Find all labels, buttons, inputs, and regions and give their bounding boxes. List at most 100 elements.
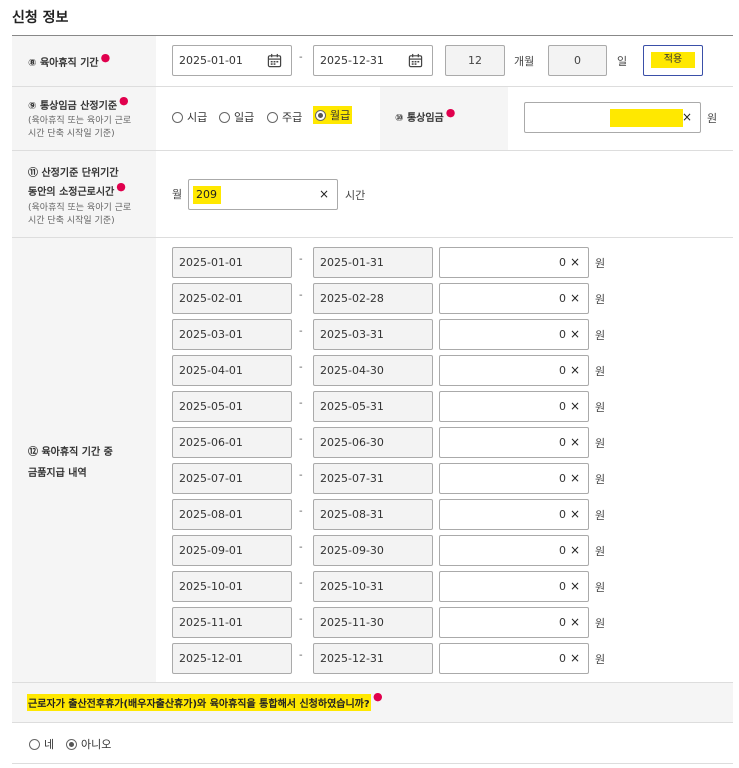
radio-circle-selected[interactable]	[315, 109, 326, 121]
payment-end-date: 2025-08-31	[313, 499, 433, 530]
days-value: 0	[574, 54, 581, 67]
payment-amount-input[interactable]: 0 ×	[439, 607, 589, 638]
payment-amount-value: 0	[559, 328, 566, 341]
work-hours-value: 209	[193, 186, 221, 204]
payment-amount-value: 0	[559, 544, 566, 557]
radio-circle-selected[interactable]	[66, 738, 77, 750]
date-range-separator: -	[299, 362, 303, 373]
row-divider	[12, 86, 733, 87]
payment-amount-input[interactable]: 0 ×	[439, 571, 589, 602]
clear-icon[interactable]: ×	[570, 543, 580, 557]
date-range-separator: -	[299, 542, 303, 553]
row-divider	[12, 150, 733, 151]
payment-amount-value: 0	[559, 292, 566, 305]
radio-circle[interactable]	[219, 111, 230, 123]
payment-end-date-value: 2025-03-31	[320, 328, 384, 341]
required-dot: ●	[119, 94, 129, 107]
payment-start-date-value: 2025-02-01	[179, 292, 243, 305]
payment-start-date-value: 2025-04-01	[179, 364, 243, 377]
row-divider	[12, 722, 733, 723]
clear-icon[interactable]: ×	[682, 110, 692, 124]
payment-amount-input[interactable]: 0 ×	[439, 643, 589, 674]
calendar-icon[interactable]	[408, 53, 423, 68]
months-unit: 개월	[514, 55, 535, 68]
payment-start-date-value: 2025-01-01	[179, 256, 243, 269]
payment-amount-input[interactable]: 0 ×	[439, 247, 589, 278]
payment-amount-input[interactable]: 0 ×	[439, 319, 589, 350]
clear-icon[interactable]: ×	[570, 435, 580, 449]
clear-icon[interactable]: ×	[570, 471, 580, 485]
payment-start-date: 2025-05-01	[172, 391, 292, 422]
date-range-separator: -	[299, 52, 303, 63]
radio-monthly[interactable]: 월급	[313, 106, 353, 124]
payment-start-date-value: 2025-09-01	[179, 544, 243, 557]
payment-start-date: 2025-07-01	[172, 463, 292, 494]
radio-yes[interactable]: 네	[29, 736, 54, 752]
clear-icon[interactable]: ×	[570, 615, 580, 629]
row-divider	[12, 237, 733, 238]
radio-circle[interactable]	[172, 111, 183, 123]
ordinary-wage-input[interactable]: ×	[524, 102, 701, 133]
wage-basis-note-2: 시간 단축 시작일 기준)	[28, 129, 115, 139]
payment-end-date: 2025-03-31	[313, 319, 433, 350]
radio-circle[interactable]	[29, 738, 40, 750]
payment-end-date: 2025-07-31	[313, 463, 433, 494]
payment-amount-input[interactable]: 0 ×	[439, 463, 589, 494]
payment-end-date: 2025-01-31	[313, 247, 433, 278]
clear-icon[interactable]: ×	[570, 651, 580, 665]
payment-end-date-value: 2025-07-31	[320, 472, 384, 485]
payment-start-date-value: 2025-07-01	[179, 472, 243, 485]
work-hours-input[interactable]: 209 ×	[188, 179, 338, 210]
payment-start-date: 2025-06-01	[172, 427, 292, 458]
payment-end-date-value: 2025-01-31	[320, 256, 384, 269]
work-hours-unit: 시간	[345, 189, 366, 202]
payment-amount-unit: 원	[595, 365, 606, 378]
ordinary-wage-value	[610, 109, 683, 127]
radio-circle[interactable]	[267, 111, 278, 123]
payment-amount-unit: 원	[595, 437, 606, 450]
payment-amount-input[interactable]: 0 ×	[439, 535, 589, 566]
radio-hourly[interactable]: 시급	[172, 109, 207, 125]
clear-icon[interactable]: ×	[570, 363, 580, 377]
date-range-separator: -	[299, 326, 303, 337]
integration-question: 근로자가 출산전후휴가(배우자출산휴가)와 육아휴직을 통합해서 신청하였습니까…	[27, 694, 371, 711]
radio-weekly[interactable]: 주급	[267, 109, 302, 125]
payment-amount-unit: 원	[595, 617, 606, 630]
leave-start-date-input[interactable]: 2025-01-01	[172, 45, 292, 76]
clear-icon[interactable]: ×	[570, 291, 580, 305]
payment-start-date: 2025-03-01	[172, 319, 292, 350]
work-hours-note-2: 시간 단축 시작일 기준)	[28, 216, 115, 226]
payment-start-date-value: 2025-08-01	[179, 508, 243, 521]
clear-icon[interactable]: ×	[570, 327, 580, 341]
payment-start-date: 2025-02-01	[172, 283, 292, 314]
payment-amount-input[interactable]: 0 ×	[439, 355, 589, 386]
payment-amount-value: 0	[559, 400, 566, 413]
payment-amount-input[interactable]: 0 ×	[439, 283, 589, 314]
clear-icon[interactable]: ×	[319, 187, 329, 201]
leave-end-date-input[interactable]: 2025-12-31	[313, 45, 433, 76]
payment-amount-unit: 원	[595, 329, 606, 342]
required-dot: ●	[373, 690, 383, 703]
payment-amount-value: 0	[559, 508, 566, 521]
payment-amount-value: 0	[559, 436, 566, 449]
payments-label-1: ⑫ 육아휴직 기간 중	[28, 447, 113, 458]
payment-amount-input[interactable]: 0 ×	[439, 427, 589, 458]
payment-end-date-value: 2025-04-30	[320, 364, 384, 377]
months-value: 12	[468, 54, 482, 67]
calendar-icon[interactable]	[267, 53, 282, 68]
payment-amount-input[interactable]: 0 ×	[439, 499, 589, 530]
payment-end-date-value: 2025-02-28	[320, 292, 384, 305]
clear-icon[interactable]: ×	[570, 507, 580, 521]
date-range-separator: -	[299, 254, 303, 265]
payment-amount-input[interactable]: 0 ×	[439, 391, 589, 422]
clear-icon[interactable]: ×	[570, 399, 580, 413]
apply-button[interactable]: 적용	[643, 45, 703, 76]
date-range-separator: -	[299, 398, 303, 409]
radio-no[interactable]: 아니오	[66, 736, 111, 752]
payment-end-date: 2025-12-31	[313, 643, 433, 674]
clear-icon[interactable]: ×	[570, 255, 580, 269]
radio-daily[interactable]: 일급	[219, 109, 254, 125]
clear-icon[interactable]: ×	[570, 579, 580, 593]
payment-amount-unit: 원	[595, 653, 606, 666]
payment-start-date-value: 2025-03-01	[179, 328, 243, 341]
